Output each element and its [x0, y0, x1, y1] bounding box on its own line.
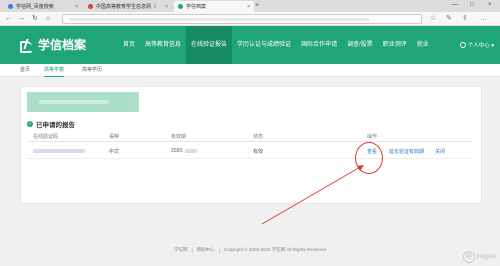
url-input[interactable] [62, 14, 422, 24]
site-logo[interactable]: 学信档案 [20, 36, 86, 53]
main-nav: 首页 高等教育信息 在线验证报告 学历认证与成绩验证 国际合作申请 调查/投票 … [118, 26, 434, 64]
watermark: 经 jingyan [448, 250, 496, 264]
tab-close-icon[interactable]: × [75, 4, 78, 10]
browser-tab-baidu[interactable]: 学信网_百度搜索 × [4, 1, 82, 12]
section-header: ✓ 已申请的报告 [27, 119, 75, 129]
nav-career-assessment[interactable]: 职业测评 [378, 26, 412, 64]
window-close-icon[interactable]: × [488, 2, 492, 8]
th-verification-code: 在线验证码 [33, 134, 59, 140]
td-verification-code [33, 148, 85, 154]
masked-date [184, 148, 197, 153]
user-center-menu[interactable]: 个人中心 ▾ [459, 41, 494, 49]
subnav-home[interactable]: 首页 [20, 64, 30, 77]
td-validity: 2020. [171, 148, 197, 154]
home-icon[interactable]: ⌂ [46, 15, 50, 23]
td-status: 有效 [253, 149, 264, 155]
tab-close-icon[interactable]: × [247, 4, 250, 10]
forward-icon[interactable]: → [18, 15, 25, 23]
close-link[interactable]: 关闭 [435, 148, 445, 155]
address-bar-row: ← → ↻ ⌂ ☆ ✎ ⇪ … [0, 12, 500, 26]
notes-icon[interactable]: ✎ [446, 15, 452, 23]
th-actions: 操作 [367, 134, 378, 140]
new-tab-button[interactable]: + [255, 2, 259, 9]
nav-international-cooperation[interactable]: 国际合作申请 [296, 26, 342, 64]
url-text-blurred [69, 18, 369, 21]
th-language: 语种 [109, 134, 120, 140]
nav-degree-certification[interactable]: 学历认证与成绩验证 [232, 26, 296, 64]
subnav-degree[interactable]: 高等学历 [82, 64, 102, 77]
nav-higher-education-info[interactable]: 高等教育信息 [140, 26, 186, 64]
xuexin-favicon-icon [178, 4, 183, 9]
maximize-icon[interactable]: □ [470, 2, 474, 8]
section-title: 已申请的报告 [36, 122, 75, 129]
annotation-circle [355, 142, 383, 174]
minimize-icon[interactable]: — [452, 2, 458, 8]
blurred-banner [27, 92, 139, 112]
tab-close-icon[interactable]: × [165, 4, 168, 10]
nav-survey-vote[interactable]: 调查/投票 [342, 26, 378, 64]
watermark-text: jingyan [476, 254, 496, 260]
masked-code [33, 148, 85, 153]
reload-icon[interactable]: ↻ [32, 15, 38, 23]
logo-book-icon [20, 39, 34, 53]
footer-xuexin-link[interactable]: 学信网 [174, 247, 188, 253]
footer-separator: | [218, 247, 220, 253]
blurred-text [39, 100, 109, 104]
check-circle-icon: ✓ [27, 121, 33, 127]
site-footer: 学信网 | 帮助中心 | Copyright © 2003-2020 学信网 A… [0, 244, 500, 256]
nav-employment[interactable]: 就业 [412, 26, 434, 64]
nav-home[interactable]: 首页 [118, 26, 140, 64]
footer-copyright: Copyright © 2003-2020 学信网 All Rights Res… [223, 247, 326, 252]
th-validity: 有效期 [171, 134, 187, 140]
th-status: 状态 [253, 134, 264, 140]
baidu-favicon-icon [8, 4, 13, 9]
table-header: 在线验证码 语种 有效期 状态 操作 [27, 132, 473, 142]
table-row: 中文 2020. 有效 查看 延长验证有效期 关闭 [27, 145, 473, 159]
footer-separator: | [191, 247, 193, 253]
tab-label: 学信档案 [186, 4, 207, 10]
footer-help-link[interactable]: 帮助中心 [197, 247, 215, 253]
td-language: 中文 [109, 149, 120, 155]
browser-tab-chsi[interactable]: 中国高等教育学生信息网（ × [84, 1, 172, 12]
subnav-enrollment[interactable]: 高等学籍 [44, 64, 65, 77]
watermark-logo-icon: 经 [462, 251, 475, 263]
share-icon[interactable]: ⇪ [462, 15, 468, 23]
user-avatar-icon [459, 42, 466, 48]
browser-tab-xuexin[interactable]: 学信档案 × [174, 1, 254, 12]
tab-label: 中国高等教育学生信息网（ [96, 4, 157, 10]
user-center-label: 个人中心 ▾ [467, 43, 494, 49]
chsi-favicon-icon [88, 4, 93, 9]
back-icon[interactable]: ← [5, 15, 12, 23]
logo-text: 学信档案 [38, 38, 87, 52]
browser-tab-bar: 学信网_百度搜索 × 中国高等教育学生信息网（ × 学信档案 × + — □ × [0, 0, 500, 12]
favorite-star-icon[interactable]: ☆ [430, 15, 436, 23]
site-header: 学信档案 首页 高等教育信息 在线验证报告 学历认证与成绩验证 国际合作申请 调… [0, 26, 500, 64]
nav-online-verification-report[interactable]: 在线验证报告 [186, 26, 233, 64]
extend-validity-link[interactable]: 延长验证有效期 [389, 148, 424, 155]
tab-label: 学信网_百度搜索 [16, 4, 54, 10]
report-card: ✓ 已申请的报告 在线验证码 语种 有效期 状态 操作 中文 2020. 有效 … [20, 86, 482, 204]
more-menu-icon[interactable]: … [480, 15, 487, 23]
sub-nav: 首页 高等学籍 高等学历 [0, 64, 500, 77]
validity-prefix: 2020. [171, 148, 184, 154]
